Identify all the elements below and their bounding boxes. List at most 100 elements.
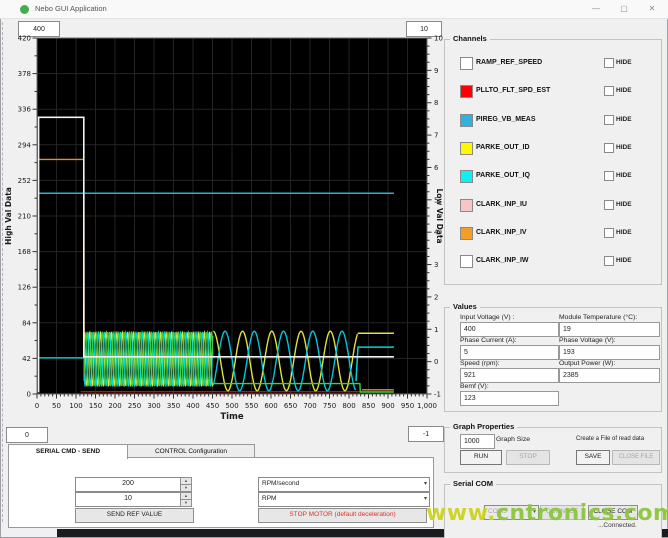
- phase-voltage-field[interactable]: [559, 345, 660, 360]
- hide-label: HIDE: [616, 228, 632, 236]
- graph-properties-title: Graph Properties: [450, 422, 518, 431]
- svg-text:0: 0: [434, 358, 438, 366]
- module-temperature-label: Module Temperature (°C):: [559, 314, 638, 321]
- svg-text:336: 336: [18, 106, 32, 114]
- right-axis-title: Low Val Data: [435, 188, 444, 243]
- svg-text:168: 168: [18, 248, 31, 256]
- serial-com-title: Serial COM: [450, 479, 497, 488]
- channels-list: RAMP_REF_SPEED HIDE PLLTO_FLT_SPD_EST HIDE P…: [444, 39, 660, 283]
- svg-text:350: 350: [167, 402, 180, 410]
- watermark: www.cntronics.com: [426, 501, 668, 526]
- svg-text:9: 9: [434, 67, 438, 75]
- ref-value-stepper[interactable]: ▲ ▼: [180, 477, 192, 492]
- x-axis-title: Time: [220, 412, 244, 422]
- svg-text:42: 42: [22, 355, 31, 363]
- channel-color-swatch: [460, 198, 473, 212]
- phase-voltage-label: Phase Voltage (V):: [559, 337, 616, 344]
- svg-text:100: 100: [69, 402, 82, 410]
- hide-checkbox[interactable]: [604, 114, 614, 125]
- svg-text:800: 800: [342, 402, 355, 410]
- hide-checkbox[interactable]: [604, 86, 614, 97]
- speed-label: Speed (rpm):: [460, 360, 500, 367]
- channel-color-swatch: [460, 57, 473, 70]
- close-file-button[interactable]: CLOSE FILE: [612, 450, 660, 465]
- ref-value-2-spinner[interactable]: 10: [75, 492, 181, 507]
- tab-serial-cmd-send[interactable]: SERIAL CMD - SEND: [8, 444, 128, 459]
- hide-label: HIDE: [616, 59, 632, 66]
- send-ref-value-button[interactable]: SEND REF VALUE: [75, 508, 194, 523]
- svg-text:378: 378: [18, 70, 31, 78]
- svg-text:2: 2: [434, 293, 438, 301]
- chart: 04284126168210252294336378420-1012345678…: [4, 35, 444, 423]
- channel-color-swatch: [460, 255, 473, 269]
- graph-size-label: Graph Size: [496, 436, 531, 443]
- svg-text:750: 750: [323, 402, 336, 410]
- unit-dropdown-2-value: RPM: [262, 495, 277, 502]
- hide-checkbox[interactable]: [604, 58, 614, 68]
- svg-text:200: 200: [108, 402, 121, 410]
- svg-text:126: 126: [18, 284, 32, 292]
- svg-text:10: 10: [434, 35, 443, 43]
- channel-color-swatch: [460, 85, 473, 99]
- hide-checkbox[interactable]: [604, 256, 614, 267]
- stop-button[interactable]: STOP: [506, 450, 550, 465]
- svg-text:500: 500: [225, 402, 238, 410]
- svg-text:600: 600: [264, 402, 277, 410]
- hide-checkbox[interactable]: [604, 142, 614, 153]
- svg-text:150: 150: [89, 402, 102, 410]
- channel-color-swatch: [460, 170, 473, 184]
- channel-label: PIREG_VB_MEAS: [476, 115, 536, 123]
- phase-current-field[interactable]: [460, 345, 559, 360]
- chevron-down-icon: ▾: [423, 481, 427, 487]
- hide-label: HIDE: [616, 257, 632, 265]
- svg-text:1: 1: [434, 326, 438, 334]
- hide-checkbox[interactable]: [604, 171, 614, 182]
- svg-text:250: 250: [128, 402, 141, 410]
- spin-down-icon[interactable]: ▼: [180, 499, 192, 507]
- app-window: Nebo GUI Application — ▢ ✕ 0428412616821…: [0, 0, 668, 538]
- module-temperature-field[interactable]: [559, 322, 660, 337]
- svg-text:6: 6: [434, 164, 439, 172]
- hide-label: HIDE: [616, 115, 632, 123]
- svg-text:3: 3: [434, 261, 438, 269]
- svg-text:650: 650: [284, 402, 297, 410]
- maximize-icon[interactable]: ▢: [614, 2, 634, 16]
- svg-text:-1: -1: [434, 391, 441, 399]
- stop-motor-button[interactable]: STOP MOTOR (default deceleration): [258, 508, 427, 523]
- svg-text:850: 850: [362, 402, 375, 410]
- svg-text:0: 0: [27, 391, 31, 399]
- run-button[interactable]: RUN: [460, 450, 502, 465]
- channel-label: CLARK_INP_IV: [476, 228, 527, 236]
- create-file-label: Create a File of read data: [576, 436, 645, 442]
- ref-value-2-stepper[interactable]: ▲ ▼: [180, 492, 192, 507]
- svg-text:252: 252: [18, 177, 31, 185]
- graph-size-field[interactable]: [460, 434, 495, 449]
- hide-checkbox[interactable]: [604, 199, 614, 210]
- output-power-field[interactable]: [559, 368, 660, 383]
- save-button[interactable]: SAVE: [576, 450, 610, 465]
- spin-down-icon[interactable]: ▼: [180, 484, 192, 492]
- input-voltage-field[interactable]: [460, 322, 559, 337]
- close-icon[interactable]: ✕: [642, 2, 662, 16]
- hide-checkbox[interactable]: [604, 227, 614, 238]
- hide-label: HIDE: [616, 87, 632, 95]
- channel-label: PARKE_OUT_ID: [476, 143, 530, 151]
- svg-text:420: 420: [18, 35, 31, 43]
- channel-color-swatch: [460, 113, 473, 127]
- input-voltage-label: Input Voltage (V) :: [460, 314, 515, 321]
- app-icon: [20, 5, 29, 14]
- svg-text:550: 550: [245, 402, 258, 410]
- svg-text:300: 300: [147, 402, 160, 410]
- speed-field[interactable]: [460, 368, 559, 383]
- bemf-label: Bemf (V):: [460, 383, 489, 390]
- bemf-field[interactable]: [460, 391, 559, 406]
- ref-value-spinner[interactable]: 200: [75, 477, 181, 492]
- unit-dropdown-1[interactable]: RPM/second ▾: [258, 477, 430, 492]
- unit-dropdown-2[interactable]: RPM ▾: [258, 492, 430, 507]
- svg-text:7: 7: [434, 132, 438, 140]
- svg-text:84: 84: [22, 319, 31, 327]
- output-power-label: Output Power (W):: [559, 360, 616, 367]
- minimize-icon[interactable]: —: [586, 2, 606, 16]
- channel-color-swatch: [460, 226, 473, 240]
- svg-text:1,000: 1,000: [417, 402, 437, 410]
